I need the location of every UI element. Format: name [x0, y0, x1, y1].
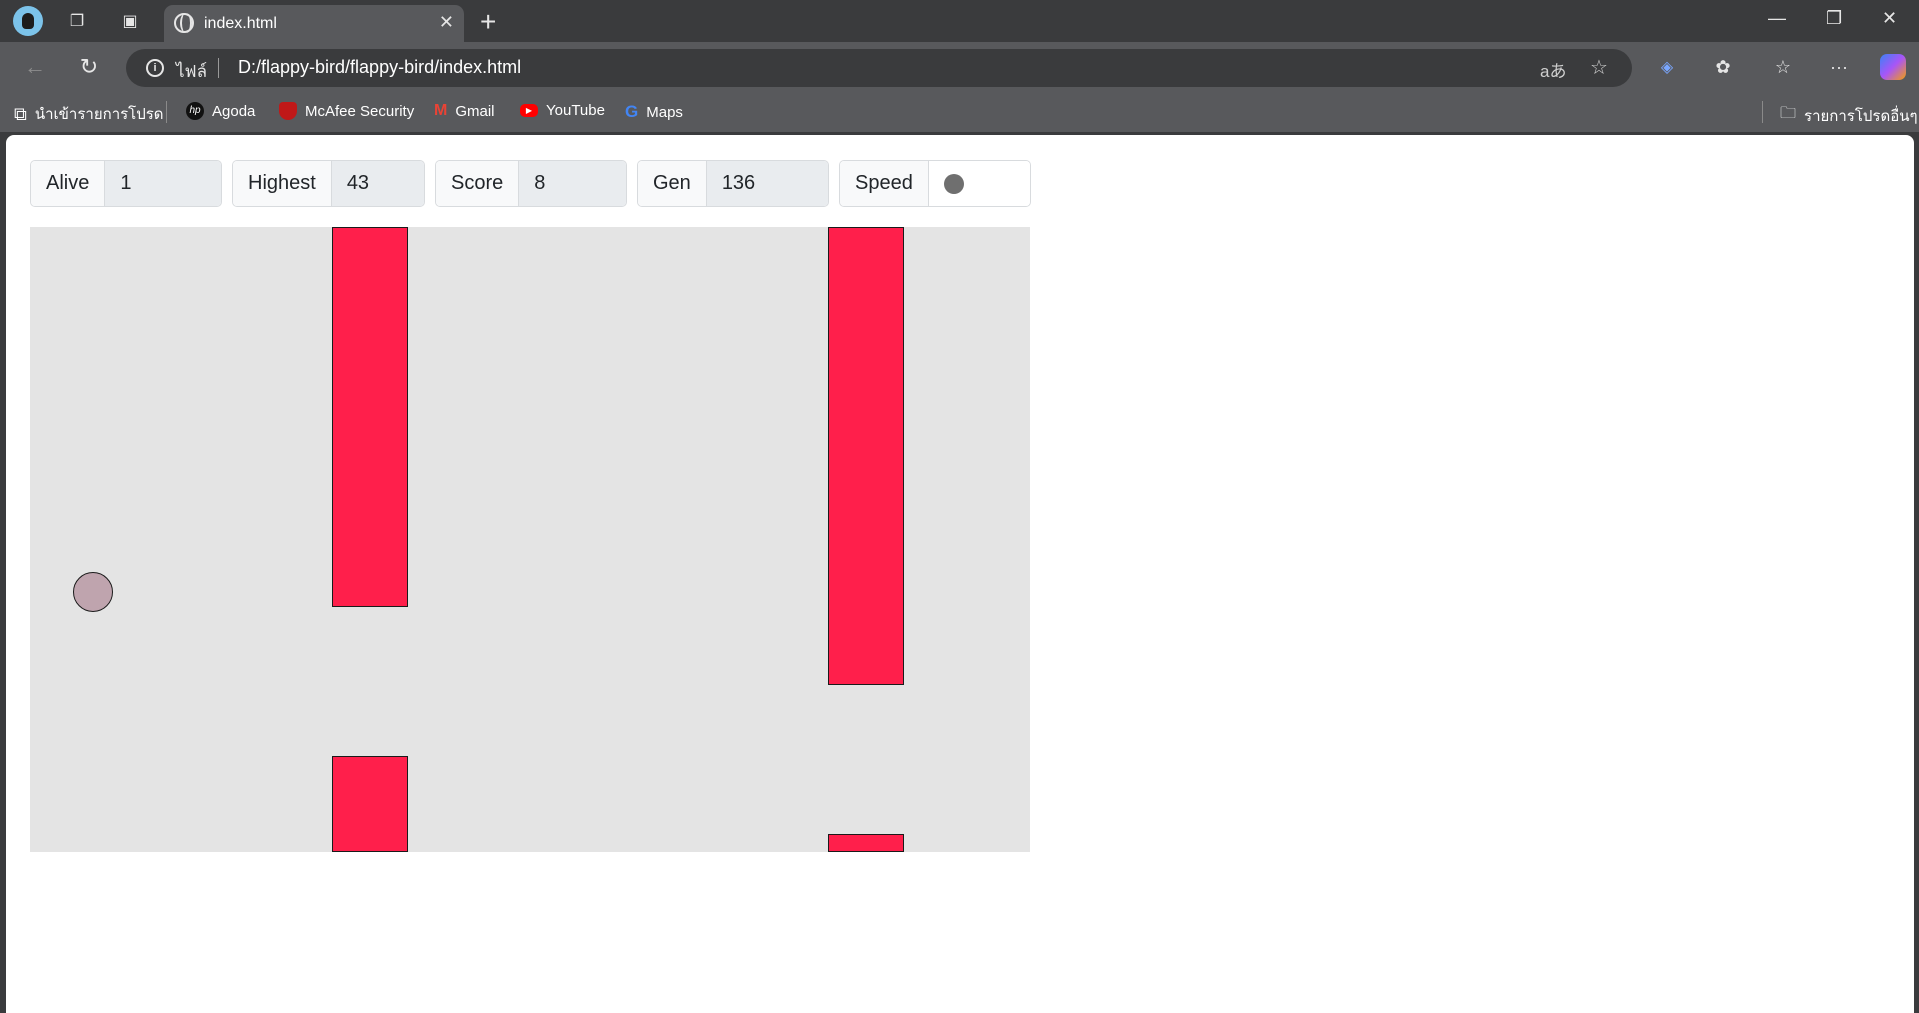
extensions-icon[interactable]: ✿	[1710, 54, 1736, 80]
bookmarks-bar: ⧉ นำเข้ารายการโปรด hp Agoda McAfee Secur…	[0, 92, 1919, 132]
read-aloud-icon[interactable]: aあ	[1540, 57, 1566, 82]
youtube-icon: ▶	[520, 104, 538, 117]
close-tab-icon[interactable]: ✕	[439, 12, 454, 33]
address-divider	[218, 58, 219, 78]
score-stat: Score 8	[435, 160, 627, 207]
pipe-top	[828, 227, 904, 685]
mcafee-icon	[279, 102, 297, 120]
globe-icon	[174, 13, 194, 33]
tab-title: index.html	[204, 15, 277, 32]
translate-extension-icon[interactable]: ◈	[1654, 54, 1680, 80]
new-tab-icon[interactable]: +	[480, 6, 496, 38]
tab-index-html[interactable]: index.html ✕	[164, 5, 464, 42]
url-text[interactable]: D:/flappy-bird/flappy-bird/index.html	[238, 57, 521, 78]
game-canvas[interactable]	[30, 227, 1030, 852]
favorite-star-icon[interactable]: ☆	[1590, 55, 1608, 80]
speed-slider-knob[interactable]	[943, 173, 964, 194]
bookmark-label: McAfee Security	[305, 102, 415, 120]
pipe-bottom	[828, 834, 904, 852]
other-favorites[interactable]: 🗀 รายการโปรดอื่นๆ	[1780, 102, 1918, 129]
gmail-icon: M	[434, 102, 448, 119]
web-page: Alive 1 Highest 43 Score 8 Gen 136 Speed	[6, 135, 1914, 1013]
gen-label: Gen	[638, 161, 707, 206]
bookmark-divider	[166, 101, 167, 123]
google-icon: G	[625, 102, 639, 121]
highest-stat: Highest 43	[232, 160, 425, 207]
speed-label: Speed	[840, 161, 929, 206]
gen-value: 136	[706, 161, 828, 206]
pipe-bottom	[332, 756, 408, 852]
hp-icon: hp	[186, 102, 204, 120]
minimize-icon[interactable]: —	[1768, 8, 1786, 29]
close-window-icon[interactable]: ✕	[1882, 8, 1897, 29]
bookmark-maps[interactable]: G Maps	[625, 102, 683, 122]
bookmark-mcafee[interactable]: McAfee Security	[279, 102, 414, 120]
bookmark-label: Gmail	[455, 102, 495, 120]
folder-icon: 🗀	[1780, 105, 1797, 122]
bookmark-import[interactable]: ⧉ นำเข้ารายการโปรด	[14, 102, 164, 126]
pipe-top	[332, 227, 408, 607]
bookmark-divider	[1762, 101, 1763, 123]
favorites-icon[interactable]: ☆	[1770, 54, 1796, 80]
import-icon: ⧉	[14, 103, 27, 124]
bird	[73, 572, 113, 612]
back-icon[interactable]: ←	[22, 54, 48, 80]
bookmark-label: Maps	[646, 103, 683, 121]
speed-stat: Speed	[839, 160, 1031, 207]
alive-value: 1	[105, 161, 221, 206]
copilot-icon[interactable]	[1880, 54, 1906, 80]
info-icon[interactable]: i	[146, 59, 164, 77]
address-scheme-label: ไฟล์	[176, 62, 208, 81]
bookmark-agoda[interactable]: hp Agoda	[186, 102, 255, 120]
browser-toolbar: ← ↻ i ไฟล์ D:/flappy-bird/flappy-bird/in…	[0, 42, 1919, 92]
bookmark-gmail[interactable]: M Gmail	[434, 102, 495, 120]
alive-label: Alive	[31, 161, 106, 206]
highest-value: 43	[331, 161, 424, 206]
refresh-icon[interactable]: ↻	[76, 54, 102, 80]
vertical-tabs-icon[interactable]: ▣	[117, 8, 143, 34]
address-bar[interactable]: i ไฟล์ D:/flappy-bird/flappy-bird/index.…	[126, 49, 1632, 87]
restore-icon[interactable]: ❐	[1826, 8, 1842, 29]
score-label: Score	[436, 161, 520, 206]
profile-avatar-icon[interactable]	[13, 6, 43, 36]
other-favorites-label: รายการโปรดอื่นๆ	[1804, 107, 1918, 125]
bookmark-label: Agoda	[212, 102, 256, 120]
score-value: 8	[519, 161, 626, 206]
more-options-icon[interactable]: ···	[1826, 54, 1852, 80]
bookmark-label: นำเข้ารายการโปรด	[34, 106, 164, 123]
bookmark-youtube[interactable]: ▶ YouTube	[520, 102, 605, 119]
gen-stat: Gen 136	[637, 160, 829, 207]
highest-label: Highest	[233, 161, 332, 206]
speed-slider[interactable]	[928, 161, 1030, 206]
workspaces-icon[interactable]: ❐	[64, 8, 90, 34]
tab-strip: ❐ ▣ index.html ✕ + — ❐ ✕	[0, 0, 1919, 42]
bookmark-label: YouTube	[546, 102, 605, 119]
alive-stat: Alive 1	[30, 160, 222, 207]
